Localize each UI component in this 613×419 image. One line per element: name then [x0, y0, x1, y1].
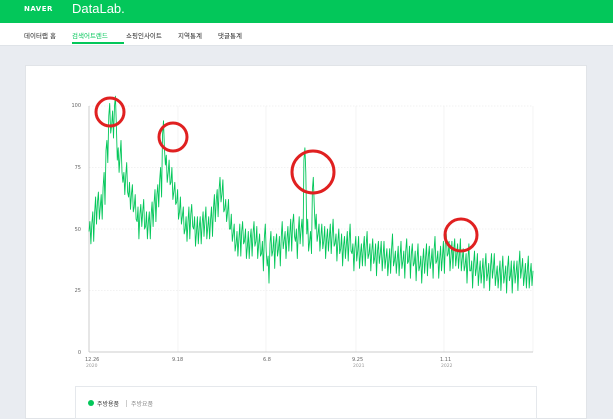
legend-series-label[interactable]: 주방용품 — [97, 399, 119, 408]
y-tick-label: 0 — [77, 350, 81, 356]
y-tick-label: 25 — [74, 288, 81, 294]
legend-panel: 주방용품 주방요품 — [75, 386, 537, 419]
annotation-circle — [157, 121, 189, 153]
x-tick-sublabel: 2022 — [441, 364, 453, 369]
x-tick-label: 6.8 — [263, 357, 271, 363]
y-tick-label: 50 — [74, 227, 81, 233]
y-tick-label: 75 — [74, 165, 81, 171]
legend-sub-label: 주방요품 — [131, 401, 154, 408]
legend-series-marker[interactable] — [88, 400, 94, 406]
legend-divider — [126, 400, 127, 407]
x-tick-label: 12.26 — [85, 357, 100, 363]
x-tick-label: 1.11 — [440, 357, 452, 363]
x-tick-label: 9.25 — [352, 357, 364, 363]
x-tick-label: 9.18 — [172, 357, 184, 363]
y-tick-label: 100 — [71, 103, 81, 109]
x-tick-sublabel: 2021 — [353, 364, 365, 369]
x-tick-sublabel: 2020 — [86, 364, 98, 369]
series-line-kitchenware — [88, 95, 534, 294]
